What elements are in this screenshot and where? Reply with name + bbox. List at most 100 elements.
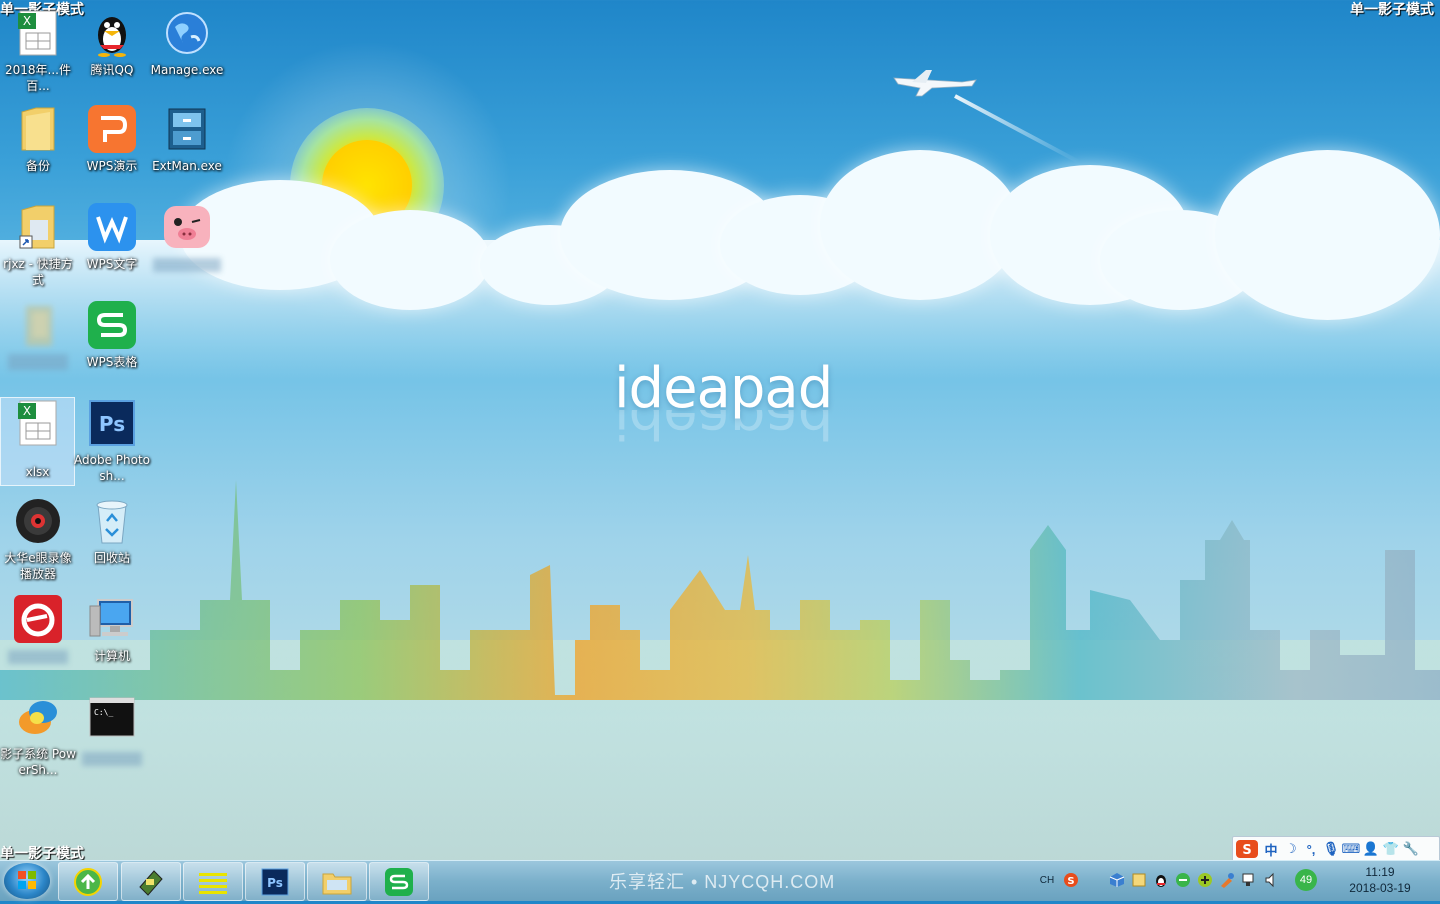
- desktop-icon-pig-app[interactable]: [149, 202, 225, 272]
- excel-file-icon: X: [13, 398, 63, 448]
- folder-icon: [322, 873, 352, 894]
- wrench-icon[interactable]: 🔧: [1401, 839, 1421, 859]
- svg-text:Ps: Ps: [99, 412, 125, 436]
- svg-text:X: X: [22, 404, 30, 418]
- desktop-icon-label: 影子系统 PowerSh...: [0, 747, 76, 777]
- desktop-icon-computer[interactable]: 计算机: [74, 594, 150, 664]
- desktop-icon-manage-exe[interactable]: Manage.exe: [149, 8, 225, 78]
- svg-text:Ps: Ps: [267, 876, 283, 890]
- shadow-mode-label-top-right: 单一影子模式: [1350, 2, 1434, 18]
- desktop-icon-wps-spreadsheet[interactable]: WPS表格: [74, 300, 150, 370]
- desktop-icon-backup-folder[interactable]: 备份: [0, 104, 76, 174]
- tool-tray-icon[interactable]: [1218, 871, 1236, 889]
- shirt-icon[interactable]: 👕: [1381, 839, 1401, 859]
- wallpaper-plane-trail: [954, 94, 1080, 164]
- desktop-icon-blurred[interactable]: [0, 300, 76, 370]
- desktop-icon-xlsx[interactable]: X xlsx: [0, 397, 75, 486]
- blurred-app-icon: [13, 300, 63, 350]
- notification-badge[interactable]: 49: [1294, 869, 1318, 891]
- computer-icon: [87, 594, 137, 644]
- microphone-icon[interactable]: 🎙: [1321, 839, 1341, 859]
- desktop-icon-label: 腾讯QQ: [90, 63, 134, 77]
- sogou-ime-icon[interactable]: S: [1233, 839, 1261, 859]
- system-tray-lang: CH S: [1034, 868, 1082, 892]
- disc-player-icon: [13, 496, 63, 546]
- globe-icon: [162, 8, 212, 58]
- site-watermark: 乐享轻汇 • NJYCQH.COM: [609, 872, 836, 892]
- desktop-icon-label: rjxz - 快捷方式: [3, 257, 73, 287]
- desktop-icon-dahua-player[interactable]: 大华e眼录像播放器: [0, 496, 76, 582]
- qq-tray-icon[interactable]: [1152, 871, 1170, 889]
- svg-text:S: S: [1067, 876, 1074, 887]
- wallpaper-cloud: [1215, 150, 1440, 320]
- taskbar-app-wps-spreadsheet[interactable]: [369, 862, 429, 901]
- windows-logo-icon: [18, 871, 36, 889]
- taskbar-app-flash-tool[interactable]: [121, 862, 181, 901]
- airplane-icon: [893, 70, 977, 97]
- network-tray-icon[interactable]: [1240, 871, 1258, 889]
- green-e-tray-icon[interactable]: [1174, 871, 1192, 889]
- cmd-icon: C:\_: [87, 692, 137, 742]
- desktop-icon-label: 备份: [25, 159, 50, 173]
- taskbar-app-explorer[interactable]: [307, 862, 367, 901]
- desktop-icon-label: [82, 752, 142, 766]
- sogou-tray-icon[interactable]: S: [1062, 871, 1080, 889]
- wallpaper-cloud: [330, 210, 490, 310]
- desktop-icon-shadow-system[interactable]: 影子系统 PowerSh...: [0, 692, 76, 778]
- punctuation-icon[interactable]: °,: [1301, 839, 1321, 859]
- cabinet-icon: [162, 104, 212, 154]
- svg-text:C:\_: C:\_: [94, 708, 113, 717]
- user-icon[interactable]: 👤: [1361, 839, 1381, 859]
- desktop-icon-label: Manage.exe: [150, 63, 224, 77]
- clock-time: 11:19: [1365, 865, 1395, 879]
- desktop-icon-wps-presentation[interactable]: WPS演示: [74, 104, 150, 174]
- ideapad-logo-reflection: ideapad: [614, 410, 833, 450]
- wps-spreadsheet-icon: [385, 867, 413, 896]
- wps-writer-icon: [87, 202, 137, 252]
- desktop-icon-label: xlsx: [25, 465, 50, 479]
- language-indicator[interactable]: CH: [1036, 871, 1058, 889]
- desktop-icon-rjxz-shortcut[interactable]: rjxz - 快捷方式: [0, 202, 76, 288]
- notepad-icon: [199, 872, 227, 894]
- desktop-icon-qq[interactable]: 腾讯QQ: [74, 8, 150, 78]
- taskbar-app-360-browser[interactable]: [58, 862, 118, 901]
- cube-tray-icon[interactable]: [1108, 871, 1126, 889]
- desktop-icon-label: [8, 354, 68, 370]
- notes-tray-icon[interactable]: [1130, 871, 1148, 889]
- photoshop-icon: Ps: [261, 868, 289, 895]
- excel-file-icon: X: [13, 8, 63, 58]
- plus-tray-icon[interactable]: [1196, 871, 1214, 889]
- desktop-icon-recycle-bin[interactable]: 回收站: [74, 496, 150, 566]
- desktop-icon-photoshop[interactable]: Ps Adobe Photosh...: [74, 398, 150, 484]
- qq-penguin-icon: [87, 8, 137, 58]
- moon-icon[interactable]: ☽: [1281, 839, 1301, 859]
- folder-shortcut-icon: [13, 202, 63, 252]
- wallpaper-skyline: [0, 480, 1440, 700]
- volume-tray-icon[interactable]: [1262, 871, 1280, 889]
- desktop-icon-label: ExtMan.exe: [152, 159, 222, 173]
- desktop-icon-extman-exe[interactable]: ExtMan.exe: [149, 104, 225, 174]
- wps-presentation-icon: [87, 104, 137, 154]
- ime-chinese-mode[interactable]: 中: [1261, 839, 1281, 859]
- taskbar-app-notepad[interactable]: [183, 862, 243, 901]
- ime-toolbar: S 中 ☽ °, 🎙 ⌨ 👤 👕 🔧: [1232, 836, 1440, 862]
- desktop-icon-red-e[interactable]: [0, 594, 76, 664]
- desktop-icon-label: WPS表格: [86, 355, 138, 369]
- desktop-icon-label: 大华e眼录像播放器: [4, 551, 72, 581]
- clock-date: 2018-03-19: [1349, 881, 1411, 895]
- shadow-system-icon: [13, 692, 63, 742]
- desktop-icon-label: 回收站: [93, 551, 130, 565]
- desktop-icon-label: WPS文字: [86, 257, 138, 271]
- start-button[interactable]: [4, 863, 50, 899]
- desktop-icon-excel-2018[interactable]: X 2018年...件百...: [0, 8, 76, 94]
- folder-icon: [13, 104, 63, 154]
- badge-count: 49: [1295, 869, 1317, 891]
- desktop-icon-label: Adobe Photosh...: [74, 453, 151, 483]
- desktop-icon-wps-writer[interactable]: WPS文字: [74, 202, 150, 272]
- wps-spreadsheet-icon: [87, 300, 137, 350]
- taskbar-app-photoshop[interactable]: Ps: [245, 862, 305, 901]
- desktop-icon-label: [8, 650, 68, 664]
- desktop-icon-cmd[interactable]: C:\_: [74, 692, 150, 766]
- keyboard-icon[interactable]: ⌨: [1341, 839, 1361, 859]
- taskbar-clock[interactable]: 11:19 2018-03-19: [1340, 864, 1420, 896]
